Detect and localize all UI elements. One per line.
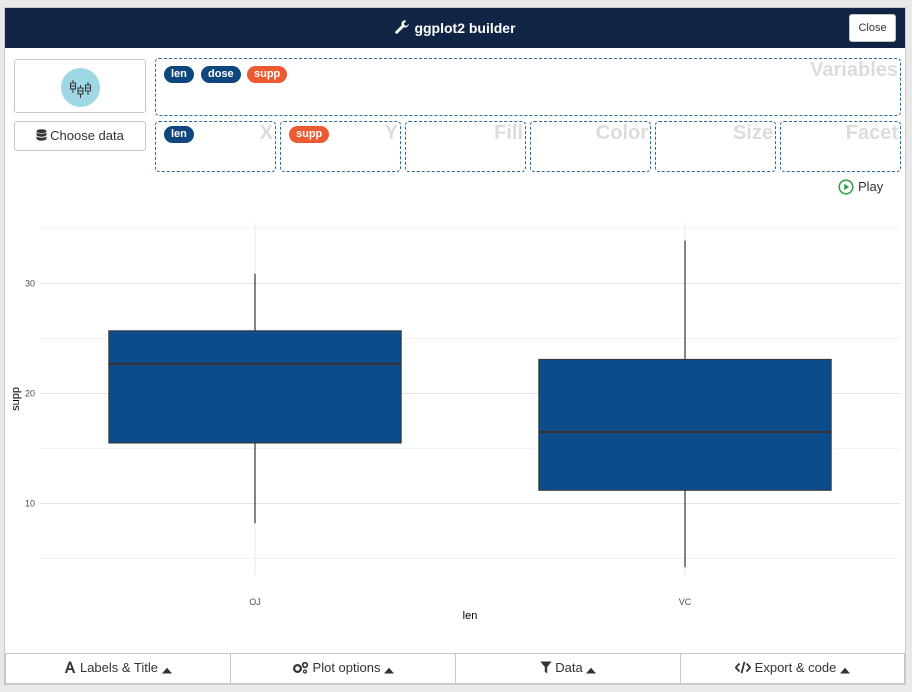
size-label: Size [732,122,773,144]
x-label: X [259,122,273,144]
y-axis-title: supp [10,387,22,411]
builder-dialog: ggplot2 builder Close Choose data Variab… [4,7,906,685]
y-label: Y [384,122,398,144]
variables-dropzone[interactable]: Variables len dose supp [155,58,901,116]
play-circle-icon [838,179,854,195]
variable-badge-len[interactable]: len [164,66,194,83]
plot-area: 10 20 30 OJ VC len supp [5,213,905,623]
fill-label: Fill [494,122,523,144]
fill-dropzone[interactable]: Fill [405,121,526,172]
y-badge-supp[interactable]: supp [289,126,330,143]
export-code-label: Export & code [754,660,837,675]
data-label: Data [555,660,583,675]
color-dropzone[interactable]: Color [530,121,651,172]
y-tick-label: 10 [25,499,35,509]
facet-dropzone[interactable]: Facet [780,121,901,172]
wrench-icon [395,20,410,34]
y-dropzone[interactable]: Y supp [280,121,401,172]
boxplot-chart: 10 20 30 OJ VC len supp [10,223,900,622]
y-tick-label: 20 [25,389,35,399]
labels-title-button[interactable]: Labels & Title [5,653,231,684]
variable-badge-dose[interactable]: dose [201,66,241,83]
labels-title-label: Labels & Title [79,660,159,675]
x-tick-label: OJ [249,597,261,607]
box-VC [538,358,832,491]
data-button[interactable]: Data [455,653,681,684]
choose-data-label: Choose data [50,128,124,143]
size-dropzone[interactable]: Size [655,121,776,172]
gears-icon [292,661,309,674]
bottom-toolbar: Labels & Title Plot options Data Export … [5,653,905,684]
geom-selector[interactable] [14,59,146,113]
database-icon [36,129,47,141]
font-icon [65,661,76,673]
plot-options-label: Plot options [312,660,381,675]
code-icon [734,661,752,674]
export-code-button[interactable]: Export & code [680,653,905,684]
title-bar: ggplot2 builder Close [5,8,905,48]
boxplot-icon [61,68,100,107]
color-label: Color [595,122,648,144]
dialog-title-text: ggplot2 builder [414,20,516,36]
caret-up-icon [161,667,172,674]
facet-label: Facet [845,122,898,144]
box-OJ [108,330,402,444]
caret-up-icon [586,667,597,674]
y-tick-label: 30 [25,279,35,289]
variable-badge-supp[interactable]: supp [247,66,288,83]
x-tick-label: VC [679,597,692,607]
dialog-title: ggplot2 builder [5,19,905,36]
filter-icon [539,661,552,674]
caret-up-icon [839,667,850,674]
choose-data-button[interactable]: Choose data [14,121,146,151]
x-dropzone[interactable]: X len [155,121,276,172]
x-badge-len[interactable]: len [164,126,194,143]
play-button[interactable]: Play [838,179,883,195]
close-button[interactable]: Close [849,14,896,42]
variables-label: Variables [810,59,898,81]
x-axis-title: len [463,610,478,622]
plot-options-button[interactable]: Plot options [230,653,456,684]
play-label: Play [858,179,884,194]
caret-up-icon [384,667,395,674]
